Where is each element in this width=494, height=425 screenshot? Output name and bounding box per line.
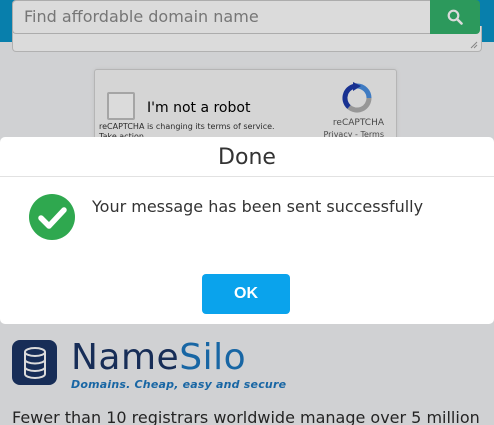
dialog-divider [0, 176, 494, 177]
dialog-message: Your message has been sent successfully [92, 197, 424, 216]
check-circle-icon [29, 194, 75, 240]
ok-button[interactable]: OK [202, 274, 290, 314]
dialog-title: Done [218, 145, 276, 170]
success-dialog: Done Your message has been sent successf… [0, 137, 494, 324]
